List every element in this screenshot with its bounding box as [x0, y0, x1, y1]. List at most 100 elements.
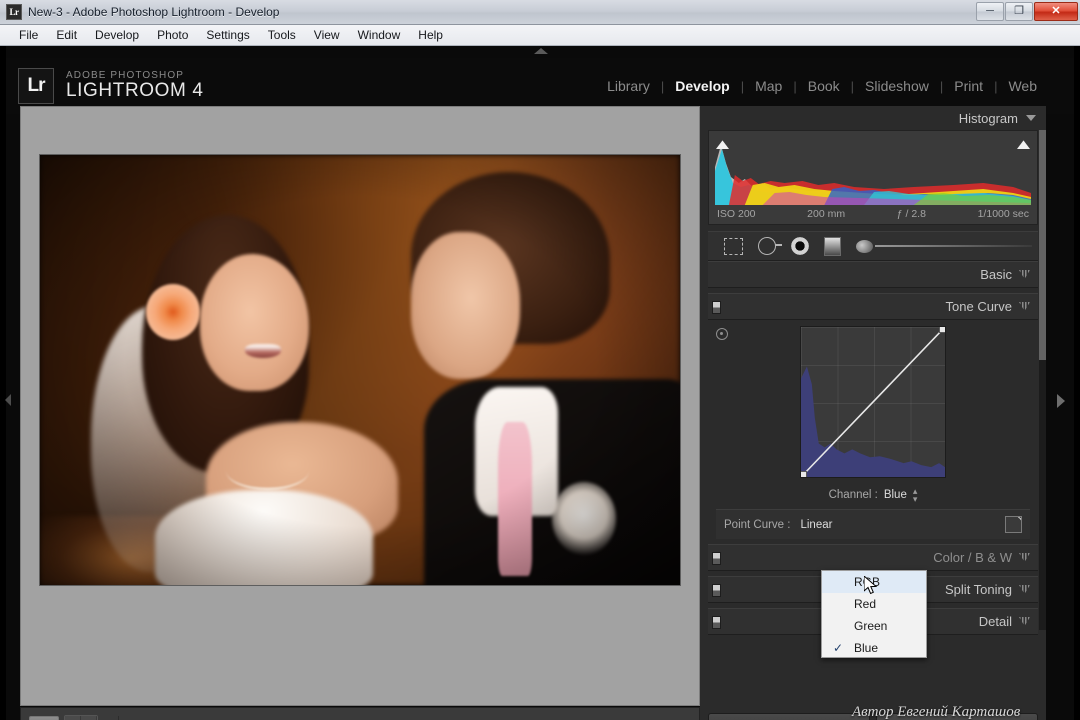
window-controls: ─ ❐ ✕: [976, 2, 1078, 21]
split-toning-switch[interactable]: [712, 584, 721, 597]
reset-button[interactable]: Reset: [876, 713, 1038, 720]
exif-info-row: ISO 200 200 mm ƒ / 2.8 1/1000 sec: [717, 206, 1029, 222]
close-button[interactable]: ✕: [1034, 2, 1078, 21]
spot-removal-icon[interactable]: [758, 237, 782, 255]
channel-selector-row[interactable]: Channel : Blue ▴ ▾: [716, 485, 1030, 505]
tone-curve-switch[interactable]: [712, 301, 721, 314]
top-panel-collapse-arrow[interactable]: [534, 48, 548, 54]
menu-item-tools[interactable]: Tools: [259, 26, 305, 44]
menu-bar: File Edit Develop Photo Settings Tools V…: [0, 25, 1080, 46]
tone-curve-graph[interactable]: [800, 326, 946, 478]
module-print[interactable]: Print: [943, 78, 994, 94]
menu-item-photo[interactable]: Photo: [148, 26, 197, 44]
section-tone-curve-label: Tone Curve: [945, 299, 1012, 314]
right-panel-scrollbar[interactable]: [1039, 130, 1046, 630]
color-bw-switch[interactable]: [712, 552, 721, 565]
maximize-button[interactable]: ❐: [1005, 2, 1033, 21]
photo-vignette: [40, 155, 680, 585]
previous-button[interactable]: Previous: [708, 713, 870, 720]
before-after-view-button[interactable]: Y Y: [64, 714, 98, 720]
targeted-adjustment-icon[interactable]: [716, 328, 728, 340]
module-develop[interactable]: Develop: [664, 78, 740, 94]
adjustment-brush-group[interactable]: [856, 239, 1038, 253]
menu-option-blue-label: Blue: [854, 641, 879, 655]
histogram-chevron-down-icon[interactable]: [1026, 115, 1036, 121]
histogram-panel[interactable]: ISO 200 200 mm ƒ / 2.8 1/1000 sec: [708, 130, 1038, 225]
mouse-cursor-icon: [864, 576, 878, 595]
module-picker: Library | Develop | Map | Book | Slidesh…: [596, 78, 1048, 94]
menu-option-red[interactable]: Red: [822, 593, 926, 615]
section-tone-curve[interactable]: Tone Curve: [708, 293, 1038, 320]
point-curve-row[interactable]: Point Curve : Linear: [716, 509, 1030, 539]
menu-item-settings[interactable]: Settings: [197, 26, 258, 44]
tone-curve-line: [801, 327, 945, 477]
identity-plate: ADOBE PHOTOSHOP LIGHTROOM 4: [66, 70, 204, 102]
menu-item-window[interactable]: Window: [349, 26, 410, 44]
section-collapse-icon[interactable]: [1019, 585, 1030, 594]
loupe-view-icon[interactable]: [29, 715, 59, 720]
histogram-svg: [715, 145, 1031, 205]
menu-item-view[interactable]: View: [305, 26, 349, 44]
histogram-header[interactable]: Histogram: [700, 106, 1046, 130]
section-collapse-icon[interactable]: [1019, 270, 1030, 279]
develop-tool-strip: [708, 231, 1038, 261]
channel-value[interactable]: Blue: [884, 489, 907, 501]
graduated-filter-icon[interactable]: [824, 236, 841, 256]
before-after-label-1: Y: [65, 715, 81, 720]
canvas-toolbar: Y Y ▾ Soft Proofing: [20, 707, 700, 720]
tone-curve-point-highlight[interactable]: [939, 327, 945, 333]
menu-option-green[interactable]: Green: [822, 615, 926, 637]
detail-switch[interactable]: [712, 616, 721, 629]
point-curve-value[interactable]: Linear: [800, 519, 832, 531]
brush-slider-track[interactable]: [875, 245, 1032, 247]
check-icon: ✓: [833, 641, 844, 655]
module-web[interactable]: Web: [997, 78, 1048, 94]
module-book[interactable]: Book: [797, 78, 851, 94]
section-detail-label: Detail: [978, 614, 1012, 629]
right-panel-collapse-arrow[interactable]: [1057, 394, 1065, 408]
module-map[interactable]: Map: [744, 78, 793, 94]
iso-value: ISO 200: [717, 208, 756, 220]
lightroom-window: Lr New-3 - Adobe Photoshop Lightroom - D…: [0, 0, 1080, 720]
section-collapse-icon[interactable]: [1019, 553, 1030, 562]
histogram-title: Histogram: [958, 110, 1018, 126]
tone-curve-body: Channel : Blue ▴ ▾ Point Curve : Linear: [708, 320, 1038, 539]
point-curve-editor-icon[interactable]: [1005, 516, 1022, 533]
section-basic-label: Basic: [980, 267, 1012, 282]
image-canvas[interactable]: [20, 106, 700, 706]
before-after-label-2: Y: [81, 715, 97, 720]
toolbar-divider: [118, 716, 120, 720]
left-panel-collapse-arrow[interactable]: [5, 394, 11, 406]
section-collapse-icon[interactable]: [1019, 617, 1030, 626]
tone-curve-point-shadow[interactable]: [801, 471, 807, 477]
menu-option-green-label: Green: [854, 619, 888, 633]
red-eye-correction-icon[interactable]: [791, 237, 809, 255]
photo-preview[interactable]: [40, 155, 680, 585]
menu-item-help[interactable]: Help: [409, 26, 452, 44]
lightroom-logo-icon: Lr: [18, 68, 54, 104]
shutter-value: 1/1000 sec: [977, 208, 1029, 220]
right-panel-footer: Previous Reset: [700, 707, 1046, 720]
crop-overlay-icon[interactable]: [724, 237, 743, 255]
section-basic[interactable]: Basic: [708, 261, 1038, 288]
adjustment-brush-icon[interactable]: [856, 239, 873, 253]
lightroom-logo-text: Lr: [27, 75, 46, 96]
focal-value: 200 mm: [807, 208, 846, 220]
section-color-bw[interactable]: Color / B & W: [708, 544, 1038, 571]
app-icon: Lr: [6, 4, 22, 20]
module-slideshow[interactable]: Slideshow: [854, 78, 940, 94]
right-panel-scrollbar-thumb[interactable]: [1039, 130, 1046, 360]
window-title: New-3 - Adobe Photoshop Lightroom - Deve…: [28, 5, 280, 19]
module-library[interactable]: Library: [596, 78, 661, 94]
section-collapse-icon[interactable]: [1019, 302, 1030, 311]
minimize-button[interactable]: ─: [976, 2, 1004, 21]
menu-item-develop[interactable]: Develop: [86, 26, 148, 44]
menu-option-red-label: Red: [854, 597, 877, 611]
section-split-toning-label: Split Toning: [945, 582, 1012, 597]
menu-item-edit[interactable]: Edit: [47, 26, 86, 44]
channel-updown-icon[interactable]: ▴ ▾: [913, 486, 918, 503]
channel-label: Channel :: [828, 489, 878, 501]
brand-main-label: LIGHTROOM 4: [66, 80, 204, 102]
menu-item-file[interactable]: File: [10, 26, 47, 44]
menu-option-blue[interactable]: ✓ Blue: [822, 637, 926, 659]
